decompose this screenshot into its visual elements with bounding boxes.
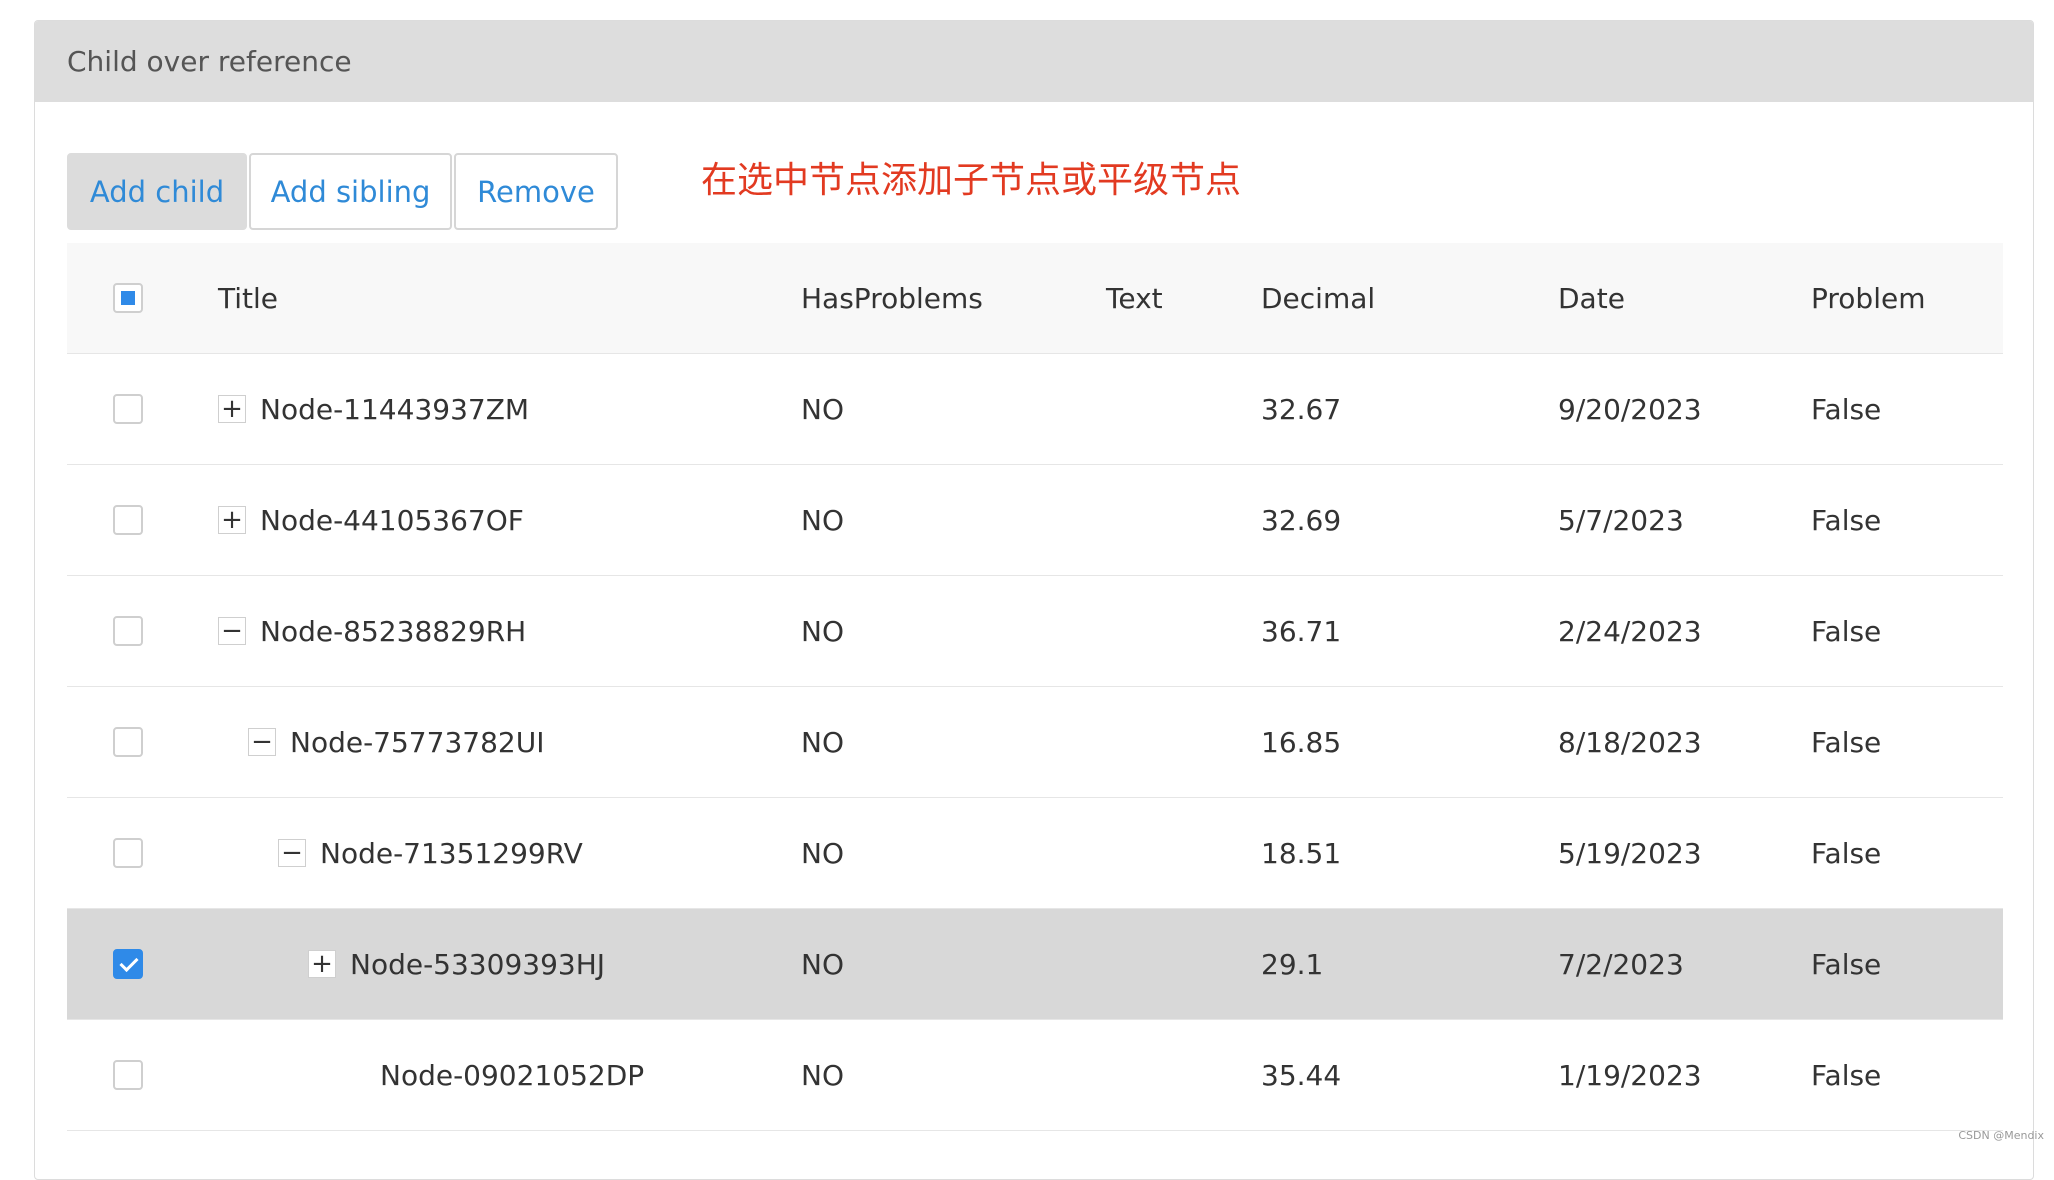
row-checkbox[interactable]	[113, 505, 143, 535]
date-cell: 7/2/2023	[1558, 947, 1684, 981]
expand-icon[interactable]: +	[308, 950, 336, 978]
date-cell: 5/7/2023	[1558, 503, 1684, 537]
decimal-cell: 29.1	[1261, 947, 1324, 981]
table-row[interactable]: + Node-11443937ZM NO 32.67 9/20/2023 False	[67, 354, 2003, 465]
problem-cell: False	[1811, 947, 1882, 981]
watermark: CSDN @Mendix	[1958, 1129, 2044, 1142]
row-checkbox-cell	[111, 576, 145, 686]
problem-cell: False	[1811, 503, 1882, 537]
problem-cell: False	[1811, 392, 1882, 426]
problem-cell: False	[1811, 725, 1882, 759]
row-checkbox[interactable]	[113, 394, 143, 424]
row-checkbox[interactable]	[113, 616, 143, 646]
table-row[interactable]: − Node-85238829RH NO 36.71 2/24/2023 False	[67, 576, 2003, 687]
node-title: Node-85238829RH	[260, 614, 527, 648]
node-title: Node-53309393HJ	[350, 947, 606, 981]
decimal-cell: 35.44	[1261, 1058, 1342, 1092]
title-cell: − Node-85238829RH	[218, 576, 526, 686]
node-title: Node-11443937ZM	[260, 392, 530, 426]
has-problems-cell: NO	[801, 725, 844, 759]
decimal-cell: 18.51	[1261, 836, 1342, 870]
tree-grid: Title HasProblems Text Decimal Date Prob…	[67, 243, 2003, 1131]
row-checkbox[interactable]	[113, 838, 143, 868]
date-cell: 8/18/2023	[1558, 725, 1702, 759]
date-cell: 2/24/2023	[1558, 614, 1702, 648]
title-cell: + Node-11443937ZM	[218, 354, 529, 464]
table-row[interactable]: − Node-75773782UI NO 16.85 8/18/2023 False	[67, 687, 2003, 798]
grid-header-row: Title HasProblems Text Decimal Date Prob…	[67, 243, 2003, 354]
column-header-problem[interactable]: Problem	[1811, 243, 1925, 353]
table-row[interactable]: Node-09021052DP NO 35.44 1/19/2023 False	[67, 1020, 2003, 1131]
problem-cell: False	[1811, 1058, 1882, 1092]
column-header-date[interactable]: Date	[1558, 243, 1625, 353]
row-checkbox[interactable]	[113, 949, 143, 979]
table-row[interactable]: + Node-44105367OF NO 32.69 5/7/2023 False	[67, 465, 2003, 576]
has-problems-cell: NO	[801, 614, 844, 648]
column-header-decimal[interactable]: Decimal	[1261, 243, 1375, 353]
toggle-spacer	[338, 1061, 366, 1089]
date-cell: 9/20/2023	[1558, 392, 1702, 426]
node-title: Node-44105367OF	[260, 503, 524, 537]
date-cell: 5/19/2023	[1558, 836, 1702, 870]
title-cell: + Node-53309393HJ	[218, 909, 605, 1019]
column-header-has-problems[interactable]: HasProblems	[801, 243, 983, 353]
title-cell: Node-09021052DP	[218, 1020, 644, 1130]
annotation-note: 在选中节点添加子节点或平级节点	[701, 160, 1242, 201]
column-header-title[interactable]: Title	[218, 243, 278, 353]
row-checkbox-cell	[111, 1020, 145, 1130]
grid-body: + Node-11443937ZM NO 32.67 9/20/2023 False + No…	[67, 354, 2003, 1131]
decimal-cell: 36.71	[1261, 614, 1342, 648]
decimal-cell: 32.69	[1261, 503, 1342, 537]
has-problems-cell: NO	[801, 1058, 844, 1092]
decimal-cell: 32.67	[1261, 392, 1342, 426]
node-title: Node-09021052DP	[380, 1058, 645, 1092]
has-problems-cell: NO	[801, 947, 844, 981]
table-row[interactable]: − Node-71351299RV NO 18.51 5/19/2023 False	[67, 798, 2003, 909]
row-checkbox-cell	[111, 465, 145, 575]
row-checkbox[interactable]	[113, 1060, 143, 1090]
title-cell: − Node-75773782UI	[218, 687, 544, 797]
title-cell: + Node-44105367OF	[218, 465, 524, 575]
collapse-icon[interactable]: −	[278, 839, 306, 867]
row-checkbox-cell	[111, 354, 145, 464]
problem-cell: False	[1811, 614, 1882, 648]
row-checkbox[interactable]	[113, 727, 143, 757]
tree-grid-panel: Child over reference Add child Add sibli…	[34, 20, 2034, 1180]
select-all-checkbox[interactable]	[113, 283, 143, 313]
add-sibling-button[interactable]: Add sibling	[249, 153, 452, 230]
column-header-text[interactable]: Text	[1106, 243, 1163, 353]
has-problems-cell: NO	[801, 836, 844, 870]
expand-icon[interactable]: +	[218, 506, 246, 534]
node-title: Node-75773782UI	[290, 725, 545, 759]
collapse-icon[interactable]: −	[218, 617, 246, 645]
decimal-cell: 16.85	[1261, 725, 1342, 759]
panel-title: Child over reference	[35, 21, 2033, 102]
row-checkbox-cell	[111, 687, 145, 797]
row-checkbox-cell	[111, 798, 145, 908]
problem-cell: False	[1811, 836, 1882, 870]
title-cell: − Node-71351299RV	[218, 798, 583, 908]
table-row[interactable]: + Node-53309393HJ NO 29.1 7/2/2023 False	[67, 909, 2003, 1020]
collapse-icon[interactable]: −	[248, 728, 276, 756]
has-problems-cell: NO	[801, 503, 844, 537]
date-cell: 1/19/2023	[1558, 1058, 1702, 1092]
add-child-button[interactable]: Add child	[67, 153, 247, 230]
expand-icon[interactable]: +	[218, 395, 246, 423]
row-checkbox-cell	[111, 909, 145, 1019]
has-problems-cell: NO	[801, 392, 844, 426]
header-checkbox-cell	[111, 243, 145, 353]
node-title: Node-71351299RV	[320, 836, 583, 870]
remove-button[interactable]: Remove	[454, 153, 618, 230]
toolbar: Add child Add sibling Remove	[67, 153, 620, 230]
